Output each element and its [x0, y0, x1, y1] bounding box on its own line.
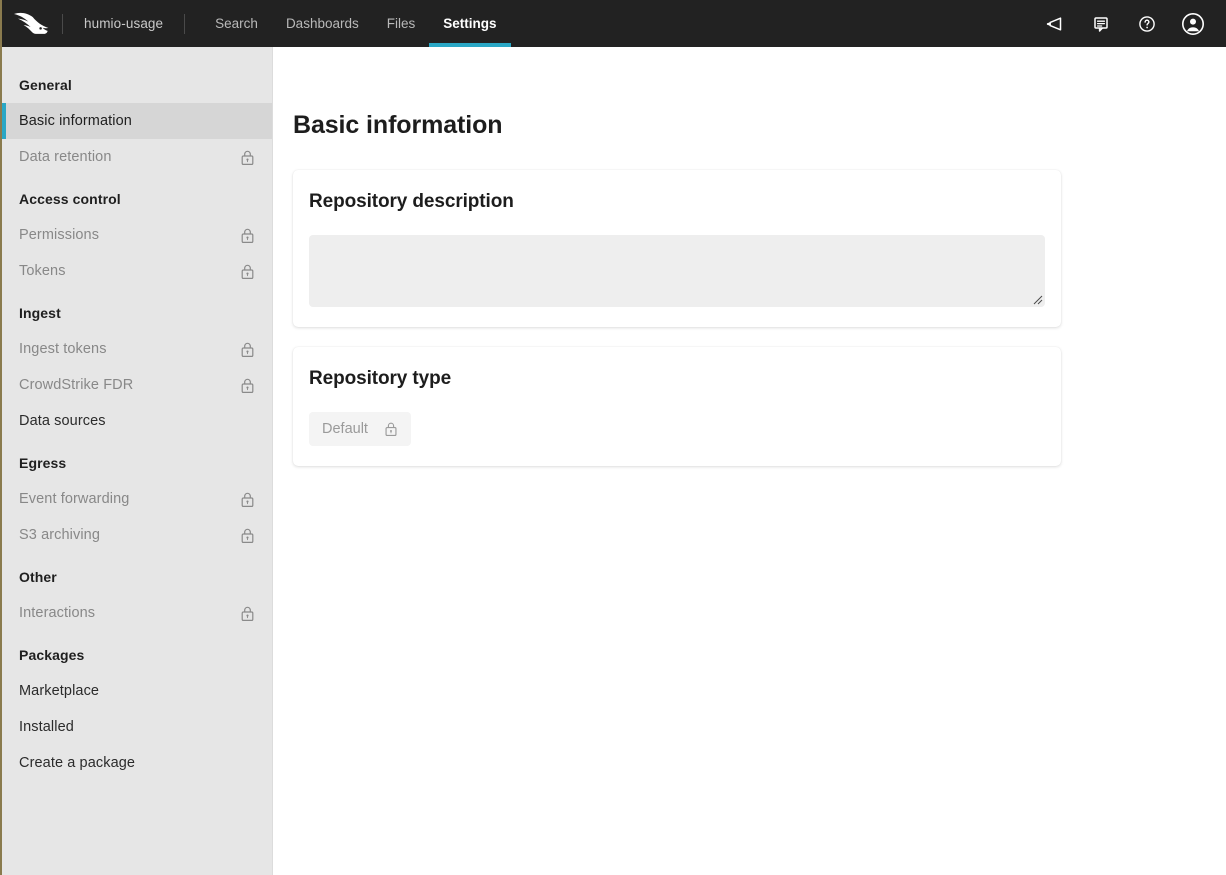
sidebar-item-data-retention[interactable]: Data retention	[2, 139, 272, 175]
sidebar-item-ingest-tokens[interactable]: Ingest tokens	[2, 331, 272, 367]
repository-description-input[interactable]	[309, 235, 1045, 307]
sidebar-item-label: Tokens	[19, 263, 240, 279]
nav-item-settings[interactable]: Settings	[429, 0, 510, 47]
nav-item-dashboards[interactable]: Dashboards	[272, 0, 373, 47]
settings-sidebar: General Basic information Data retention…	[2, 47, 273, 875]
nav-item-search-label: Search	[215, 16, 258, 31]
sidebar-item-label: Create a package	[19, 755, 255, 771]
feedback-icon[interactable]	[1078, 0, 1124, 47]
lock-icon	[240, 149, 255, 166]
lock-icon	[240, 227, 255, 244]
announcements-icon[interactable]	[1032, 0, 1078, 47]
sidebar-item-label: Installed	[19, 719, 255, 735]
lock-icon	[240, 527, 255, 544]
repository-type-value: Default	[322, 421, 368, 437]
page-title: Basic information	[293, 111, 1226, 140]
sidebar-item-s3-archiving[interactable]: S3 archiving	[2, 517, 272, 553]
topbar-actions	[1032, 0, 1226, 47]
sidebar-item-label: Ingest tokens	[19, 341, 240, 357]
lock-icon	[240, 263, 255, 280]
nav-item-files[interactable]: Files	[373, 0, 430, 47]
sidebar-item-event-forwarding[interactable]: Event forwarding	[2, 481, 272, 517]
repository-type-value-locked: Default	[309, 412, 411, 446]
sidebar-item-label: Data sources	[19, 413, 255, 429]
help-icon[interactable]	[1124, 0, 1170, 47]
app-body: General Basic information Data retention…	[2, 47, 1226, 875]
lock-icon	[240, 341, 255, 358]
sidebar-item-label: CrowdStrike FDR	[19, 377, 240, 393]
sidebar-item-tokens[interactable]: Tokens	[2, 253, 272, 289]
primary-nav: Search Dashboards Files Settings	[201, 0, 510, 47]
sidebar-item-crowdstrike-fdr[interactable]: CrowdStrike FDR	[2, 367, 272, 403]
main-content: Basic information Repository description…	[273, 47, 1226, 875]
sidebar-item-label: S3 archiving	[19, 527, 240, 543]
topbar-divider-right	[184, 14, 185, 34]
repository-type-card: Repository type Default	[293, 347, 1061, 466]
current-repository-name[interactable]: humio-usage	[63, 16, 184, 31]
app-window: humio-usage Search Dashboards Files Sett…	[0, 0, 1226, 875]
sidebar-item-installed[interactable]: Installed	[2, 709, 272, 745]
sidebar-section-egress: Egress	[2, 439, 272, 481]
sidebar-item-create-a-package[interactable]: Create a package	[2, 745, 272, 781]
textarea-resize-handle[interactable]	[1032, 294, 1043, 305]
repository-description-title: Repository description	[309, 191, 1045, 213]
sidebar-section-ingest: Ingest	[2, 289, 272, 331]
nav-item-settings-label: Settings	[443, 16, 496, 31]
repository-type-title: Repository type	[309, 368, 1045, 390]
sidebar-item-label: Permissions	[19, 227, 240, 243]
sidebar-section-general: General	[2, 61, 272, 103]
sidebar-item-label: Data retention	[19, 149, 240, 165]
sidebar-section-packages: Packages	[2, 631, 272, 673]
lock-icon	[240, 491, 255, 508]
nav-item-dashboards-label: Dashboards	[286, 16, 359, 31]
sidebar-section-access-control: Access control	[2, 175, 272, 217]
sidebar-item-permissions[interactable]: Permissions	[2, 217, 272, 253]
sidebar-item-interactions[interactable]: Interactions	[2, 595, 272, 631]
sidebar-item-label: Event forwarding	[19, 491, 240, 507]
account-avatar-icon[interactable]	[1170, 0, 1216, 47]
sidebar-item-label: Interactions	[19, 605, 240, 621]
sidebar-item-basic-information[interactable]: Basic information	[2, 103, 272, 139]
sidebar-item-label: Basic information	[19, 113, 255, 129]
lock-icon	[240, 605, 255, 622]
lock-icon	[240, 377, 255, 394]
lock-icon	[384, 421, 398, 437]
repository-description-card: Repository description	[293, 170, 1061, 327]
sidebar-item-marketplace[interactable]: Marketplace	[2, 673, 272, 709]
sidebar-item-label: Marketplace	[19, 683, 255, 699]
nav-item-search[interactable]: Search	[201, 0, 272, 47]
crowdstrike-falcon-logo-icon[interactable]	[2, 0, 62, 47]
nav-item-files-label: Files	[387, 16, 416, 31]
sidebar-item-data-sources[interactable]: Data sources	[2, 403, 272, 439]
sidebar-section-other: Other	[2, 553, 272, 595]
top-navigation-bar: humio-usage Search Dashboards Files Sett…	[2, 0, 1226, 47]
